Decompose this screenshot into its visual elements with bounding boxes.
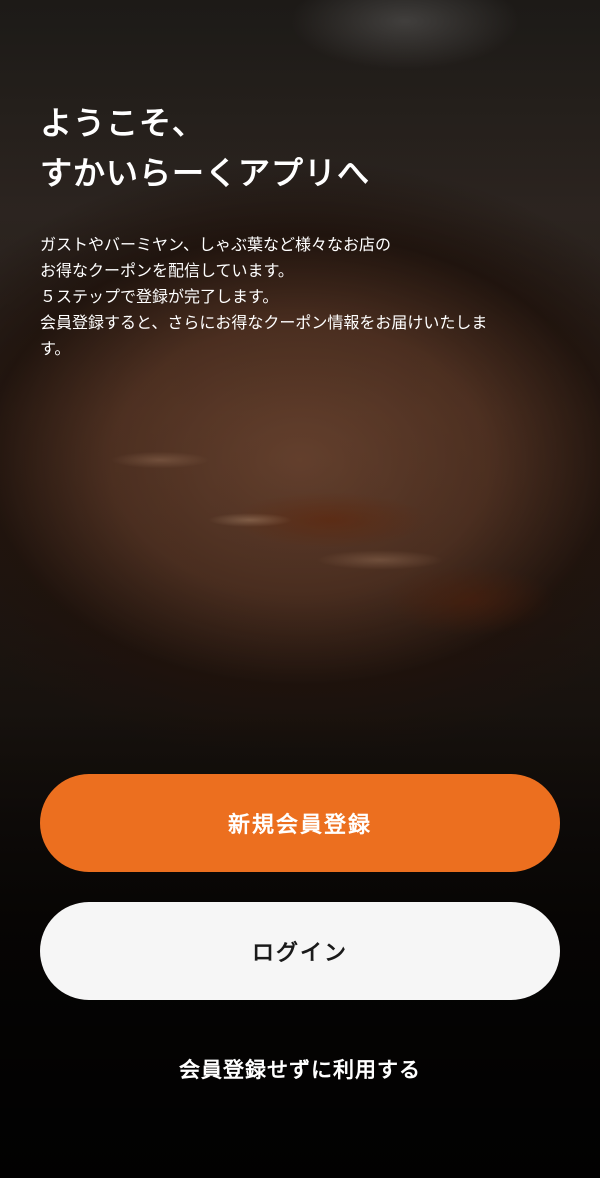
intro-line-2: お得なクーポンを配信しています。 — [40, 261, 294, 280]
intro-line-1: ガストやバーミヤン、しゃぶ葉など様々なお店の — [40, 235, 392, 254]
welcome-title: ようこそ、 すかいらーくアプリへ — [40, 98, 370, 198]
continue-without-registration-link[interactable]: 会員登録せずに利用する — [0, 1054, 600, 1084]
welcome-title-line-2: すかいらーくアプリへ — [40, 154, 371, 192]
intro-text: ガストやバーミヤン、しゃぶ葉など様々なお店の お得なクーポンを配信しています。 … — [40, 232, 565, 362]
login-button[interactable]: ログイン — [40, 902, 560, 1000]
intro-line-5: す。 — [40, 339, 71, 358]
intro-line-3: ５ステップで登録が完了します。 — [40, 287, 279, 306]
register-button[interactable]: 新規会員登録 — [40, 774, 560, 872]
welcome-title-line-1: ようこそ、 — [40, 104, 206, 142]
welcome-screen: ようこそ、 すかいらーくアプリへ ガストやバーミヤン、しゃぶ葉など様々なお店の … — [0, 0, 600, 1178]
intro-line-4: 会員登録すると、さらにお得なクーポン情報をお届けいたしま — [40, 313, 488, 332]
